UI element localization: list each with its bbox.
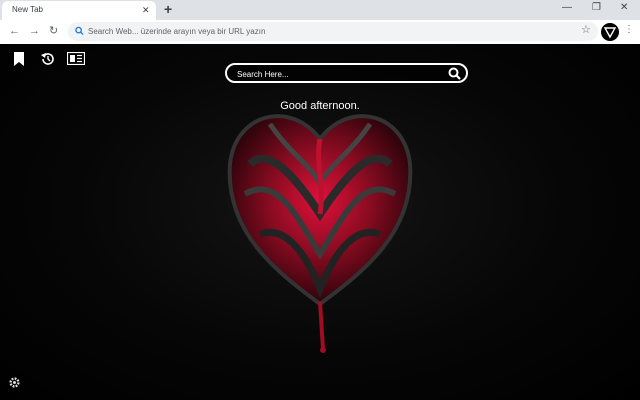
search-icon	[75, 26, 84, 36]
address-bar[interactable]: Search Web... üzerinde arayın veya bir U…	[68, 22, 598, 41]
news-icon[interactable]	[67, 52, 85, 65]
restore-button[interactable]: ❐	[592, 2, 601, 14]
bookmark-icon[interactable]	[13, 52, 25, 66]
search-icon[interactable]	[448, 67, 461, 80]
gear-icon[interactable]	[8, 376, 21, 389]
new-tab-page: Good afternoon.	[0, 44, 640, 400]
address-placeholder: Search Web... üzerinde arayın veya bir U…	[88, 27, 266, 36]
history-icon[interactable]	[40, 52, 55, 66]
triangle-icon	[603, 27, 617, 39]
close-icon[interactable]: ✕	[142, 4, 150, 16]
tab-new-tab[interactable]: New Tab ✕	[2, 1, 156, 20]
back-button[interactable]: ←	[9, 25, 20, 37]
menu-icon[interactable]: ⋮	[624, 24, 634, 36]
forward-button[interactable]: →	[29, 25, 40, 37]
tab-strip: New Tab ✕ + — ❐ ✕	[0, 0, 640, 20]
extension-button[interactable]	[600, 22, 620, 42]
greeting-text: Good afternoon.	[280, 100, 360, 112]
reload-button[interactable]: ↻	[49, 25, 58, 37]
search-box	[225, 63, 468, 83]
new-tab-button[interactable]: +	[164, 2, 172, 16]
tab-title: New Tab	[12, 5, 43, 14]
minimize-button[interactable]: —	[562, 2, 572, 14]
search-input[interactable]	[237, 68, 437, 80]
close-window-button[interactable]: ✕	[620, 2, 628, 14]
star-icon[interactable]: ☆	[581, 24, 591, 36]
